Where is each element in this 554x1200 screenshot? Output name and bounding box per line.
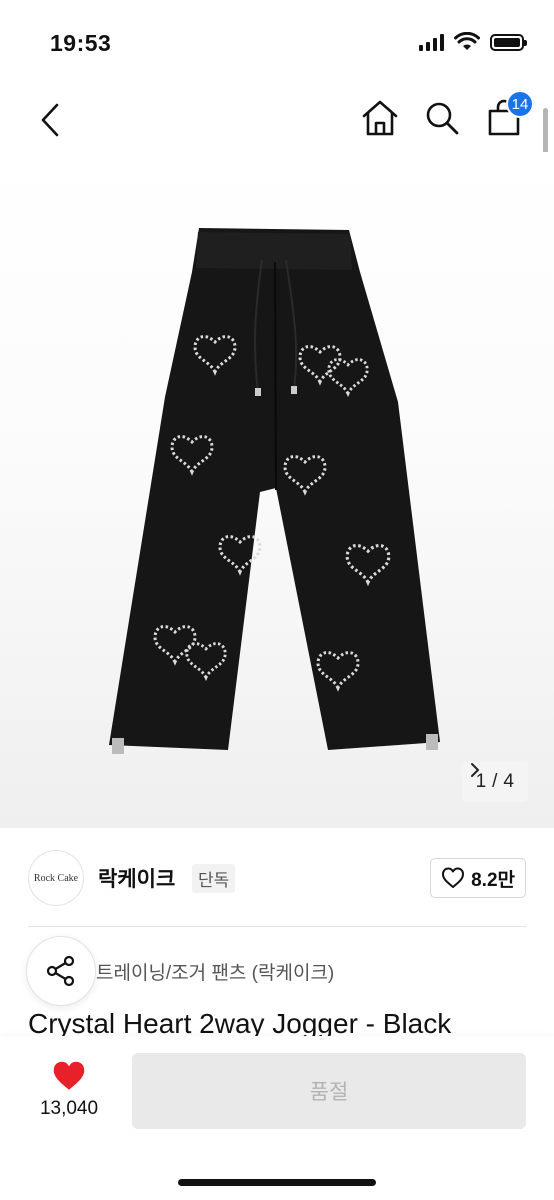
- status-time: 19:53: [50, 30, 112, 56]
- heart-outline-icon: [442, 867, 465, 888]
- brand-like-count: 8.2만: [471, 869, 515, 891]
- chevron-left-icon: [41, 103, 59, 137]
- cart-badge: 14: [506, 90, 534, 118]
- brand-name[interactable]: 락케이크: [98, 863, 175, 893]
- pager-separator: /: [492, 771, 498, 792]
- signal-icon: [419, 33, 444, 51]
- wish-count: 13,040: [39, 1098, 99, 1119]
- share-icon: [46, 955, 75, 987]
- status-icons: [419, 32, 527, 52]
- search-button[interactable]: [422, 94, 462, 142]
- chevron-right-icon: [470, 763, 479, 777]
- back-button[interactable]: [30, 98, 70, 142]
- nav-actions: 14: [360, 90, 534, 142]
- product-title: Crystal Heart 2way Jogger - Black: [28, 1008, 452, 1036]
- product-category[interactable]: 트레이닝/조거 팬츠 (락케이크): [96, 958, 334, 985]
- product-image-gallery[interactable]: 1 / 4: [0, 152, 554, 828]
- sold-out-button[interactable]: 품절: [132, 1053, 526, 1129]
- gallery-pager[interactable]: 1 / 4: [461, 762, 528, 802]
- home-button[interactable]: [360, 94, 400, 142]
- battery-icon: [490, 33, 527, 51]
- heart-filled-icon: [53, 1061, 85, 1090]
- wifi-icon: [454, 32, 480, 50]
- divider: [28, 926, 526, 927]
- cart-button[interactable]: 14: [484, 90, 534, 142]
- brand-logo[interactable]: Rock Cake: [28, 850, 84, 906]
- home-icon: [362, 100, 398, 136]
- home-indicator: [178, 1179, 376, 1186]
- status-bar: 19:53: [0, 0, 554, 88]
- brand-like-button[interactable]: 8.2만: [430, 858, 526, 898]
- exclusive-badge: 단독: [192, 864, 236, 893]
- wish-button[interactable]: 13,040: [28, 1060, 110, 1120]
- purchase-bar: 13,040 품절: [0, 1036, 554, 1200]
- product-image: [109, 228, 440, 754]
- brand-row: Rock Cake 락케이크 단독 8.2만: [28, 850, 526, 906]
- nav-bar: 14: [0, 88, 554, 152]
- share-button[interactable]: [26, 936, 96, 1006]
- pager-total: 4: [503, 771, 514, 792]
- search-icon: [426, 102, 459, 135]
